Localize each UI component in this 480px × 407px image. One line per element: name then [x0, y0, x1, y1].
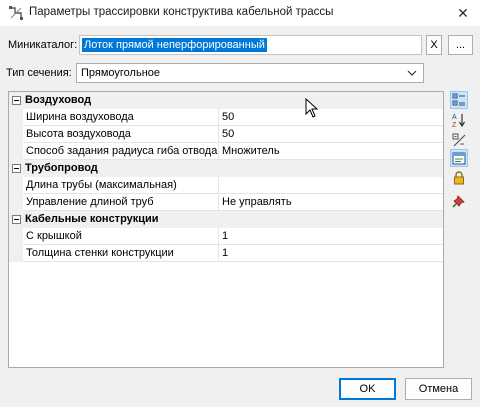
chevron-down-icon	[407, 70, 417, 76]
minicatalog-clear-button[interactable]: X	[426, 35, 442, 55]
row-gutter	[9, 143, 23, 160]
property-grid[interactable]: Воздуховод Ширина воздуховода 50 Высота …	[8, 91, 444, 368]
category-row-vozdukhovod[interactable]: Воздуховод	[9, 92, 443, 109]
category-label: Воздуховод	[25, 94, 92, 106]
property-pages-icon	[452, 152, 466, 165]
sort-alpha-icon: A Z	[452, 114, 466, 128]
minicatalog-label: Миникаталог:	[8, 39, 78, 51]
property-row[interactable]: Способ задания радиуса гиба отвода Множи…	[9, 143, 443, 160]
compare-icon	[452, 133, 466, 147]
property-row[interactable]: Длина трубы (максимальная)	[9, 177, 443, 194]
category-label: Кабельные конструкции	[25, 213, 159, 225]
row-gutter	[9, 126, 23, 143]
property-name: Управление длиной труб	[23, 194, 219, 211]
property-row[interactable]: С крышкой 1	[9, 228, 443, 245]
property-value[interactable]	[219, 177, 443, 194]
property-row[interactable]: Высота воздуховода 50	[9, 126, 443, 143]
browse-label: ...	[455, 39, 466, 51]
section-type-value: Прямоугольное	[81, 67, 161, 79]
property-name: Способ задания радиуса гиба отвода	[23, 143, 219, 160]
collapse-icon[interactable]	[12, 96, 21, 105]
collapse-icon[interactable]	[12, 215, 21, 224]
lock-icon	[454, 171, 464, 185]
pin-button[interactable]	[450, 192, 468, 210]
pin-icon	[452, 195, 465, 208]
property-name: Толщина стенки конструкции	[23, 245, 219, 262]
property-name: Длина трубы (максимальная)	[23, 177, 219, 194]
property-value[interactable]: Не управлять	[219, 194, 443, 211]
collapse-icon[interactable]	[12, 164, 21, 173]
categorized-view-button[interactable]	[450, 91, 468, 109]
property-pages-button[interactable]	[450, 149, 468, 167]
title-bar: Параметры трассировки конструктива кабел…	[0, 0, 480, 26]
row-gutter	[9, 245, 23, 262]
close-window-button[interactable]: ✕	[446, 0, 480, 26]
clear-label: X	[430, 39, 438, 51]
minicatalog-input[interactable]: Лоток прямой неперфорированный	[79, 35, 422, 55]
categorized-icon	[452, 93, 465, 106]
cancel-label: Отмена	[418, 383, 459, 395]
window-title: Параметры трассировки конструктива кабел…	[29, 6, 334, 18]
property-row[interactable]: Ширина воздуховода 50	[9, 109, 443, 126]
category-row-truboprovod[interactable]: Трубопровод	[9, 160, 443, 177]
row-gutter	[9, 194, 23, 211]
ok-button[interactable]: OK	[339, 378, 396, 400]
section-type-select[interactable]: Прямоугольное	[76, 63, 424, 83]
property-name: Ширина воздуховода	[23, 109, 219, 126]
property-name: С крышкой	[23, 228, 219, 245]
row-gutter	[9, 228, 23, 245]
lock-button[interactable]	[450, 169, 468, 187]
route-settings-icon	[9, 6, 23, 20]
property-row[interactable]: Управление длиной труб Не управлять	[9, 194, 443, 211]
property-row[interactable]: Толщина стенки конструкции 1	[9, 245, 443, 262]
row-gutter	[9, 177, 23, 194]
svg-text:Z: Z	[452, 122, 457, 128]
property-value[interactable]: 50	[219, 109, 443, 126]
property-name: Высота воздуховода	[23, 126, 219, 143]
compare-button[interactable]	[450, 131, 468, 149]
section-type-label: Тип сечения:	[6, 67, 72, 79]
row-gutter	[9, 109, 23, 126]
minicatalog-browse-button[interactable]: ...	[448, 35, 473, 55]
close-icon: ✕	[457, 4, 469, 21]
category-label: Трубопровод	[25, 162, 98, 174]
cancel-button[interactable]: Отмена	[405, 378, 472, 400]
property-value[interactable]: Множитель	[219, 143, 443, 160]
minicatalog-value: Лоток прямой неперфорированный	[82, 38, 267, 52]
category-row-kabelnye[interactable]: Кабельные конструкции	[9, 211, 443, 228]
property-value[interactable]: 1	[219, 228, 443, 245]
property-value[interactable]: 50	[219, 126, 443, 143]
mouse-cursor-icon	[305, 98, 319, 118]
ok-label: OK	[359, 383, 376, 395]
sort-alphabetical-button[interactable]: A Z	[450, 111, 468, 129]
svg-text:A: A	[452, 114, 457, 121]
property-value[interactable]: 1	[219, 245, 443, 262]
